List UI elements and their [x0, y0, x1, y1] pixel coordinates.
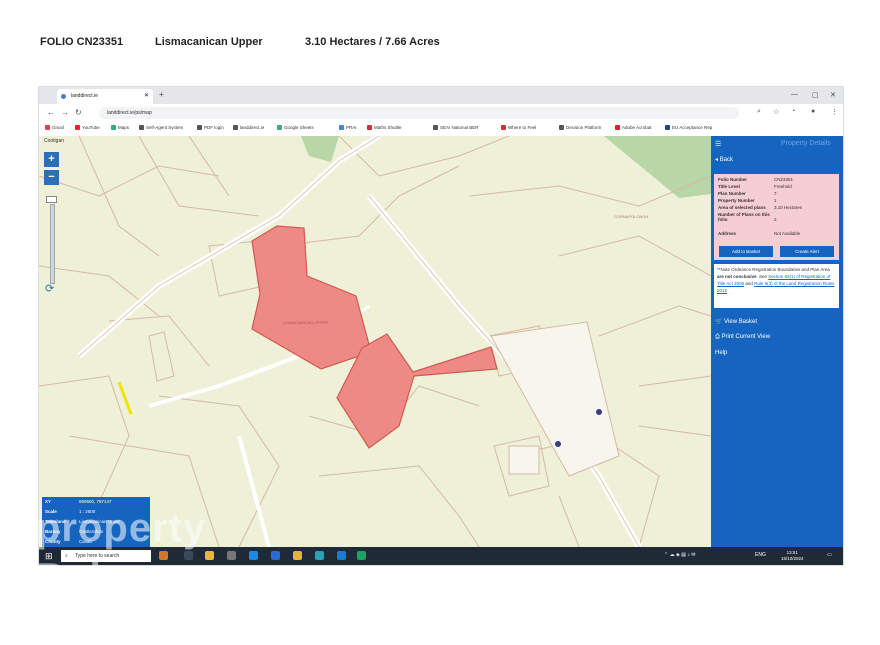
folio-header: FOLIO CN23351 [40, 36, 124, 48]
profile-icon[interactable]: ● [811, 108, 815, 115]
zoom-in-button[interactable]: + [44, 152, 59, 167]
browser-screenshot: landdirect.ie ✕ + — ▢ ✕ ← → ↻ landdirect… [38, 86, 844, 566]
taskbar-app-icon[interactable] [227, 551, 236, 560]
taskbar-clock[interactable]: 13:51 15/10/2024 [781, 550, 804, 562]
close-tab-icon[interactable]: ✕ [144, 89, 149, 104]
extension-icon[interactable]: ◔ [791, 108, 795, 115]
minimize-icon[interactable]: — [791, 91, 798, 98]
area-header: 3.10 Hectares / 7.66 Acres [305, 36, 440, 48]
zoom-slider-handle[interactable] [46, 196, 57, 203]
browser-tab[interactable]: landdirect.ie ✕ [57, 89, 153, 104]
survey-marker [596, 409, 602, 415]
taskbar-app-icon[interactable] [271, 551, 280, 560]
address-bar-row: ← → ↻ landdirect.ie/ps/map ⌕ ☆ ◔ ● ⋮ [39, 104, 843, 122]
bookmark-item[interactable]: PDF login [197, 125, 224, 131]
basket-icon: 🛒 [715, 319, 723, 325]
bookmark-item[interactable]: YouTube [75, 125, 100, 131]
zoom-out-button[interactable]: − [44, 170, 59, 185]
townland-header: Lismacanican Upper [155, 36, 263, 48]
edge-icon[interactable] [249, 551, 258, 560]
language-indicator[interactable]: ENG [755, 552, 766, 558]
tray-icons[interactable]: ⌃ ☁ ◈ ▤ ♪ ✉ [664, 552, 695, 558]
bookmarks-bar: Gmail YouTube Maps Self-Agent System PDF… [39, 122, 843, 137]
folder-icon[interactable] [205, 551, 214, 560]
taskbar-app-icon[interactable] [315, 551, 324, 560]
bookmark-item[interactable]: Adobe Acrobat [615, 125, 652, 131]
townland-map-label: CORNAPOLOAGH [614, 214, 649, 219]
bookmark-item[interactable]: Google Sheets [277, 125, 314, 131]
taskbar-app-icon[interactable] [337, 551, 346, 560]
panel-title: Property Details [781, 140, 831, 147]
map-canvas[interactable]: Cootigan LISMACANICAN UPPER CORNAPOLOAGH… [39, 136, 711, 547]
view-basket-link[interactable]: 🛒 View Basket [715, 318, 757, 325]
bookmark-item[interactable]: landdirect.ie [233, 125, 264, 131]
help-link[interactable]: Help [715, 350, 727, 356]
create-alert-button[interactable]: Create Alert [780, 246, 834, 257]
bookmark-item[interactable]: Maps [111, 125, 129, 131]
site-icon [61, 94, 66, 99]
bookmark-item[interactable]: Self-Agent System [139, 125, 183, 131]
bookmark-item[interactable]: PRAI [339, 125, 357, 131]
property-details-box: Folio Number CN23351 Title Level Freehold … [714, 174, 839, 260]
new-tab-icon[interactable]: + [159, 90, 164, 99]
bookmark-item[interactable]: Maths Shuttle [367, 125, 402, 131]
scale-label: Cootigan [44, 138, 65, 144]
watermark-line2: Pal.com [36, 554, 205, 601]
window-close-icon[interactable]: ✕ [830, 91, 836, 99]
watermark-line1: property [36, 506, 207, 550]
back-icon[interactable]: ← [47, 108, 55, 117]
taskbar-app-icon[interactable] [357, 551, 366, 560]
bookmark-item[interactable]: SEAI National BER [433, 125, 479, 131]
bookmark-item[interactable]: EU Acceptance Rep [665, 125, 712, 131]
boundaries-note: **Note Ordnance Registration Boundaries … [714, 264, 839, 308]
reload-icon[interactable]: ↻ [75, 108, 82, 117]
bookmark-item[interactable]: Gmail [45, 125, 64, 131]
chrome-icon[interactable] [293, 551, 302, 560]
add-to-basket-button[interactable]: Add to Basket [719, 246, 773, 257]
url-input[interactable]: landdirect.ie/ps/map [99, 107, 739, 119]
forward-icon[interactable]: → [61, 108, 69, 117]
star-icon[interactable]: ☆ [773, 108, 779, 116]
print-icon: ⎙ [715, 334, 720, 340]
maximize-icon[interactable]: ▢ [812, 91, 819, 99]
building [508, 445, 540, 475]
notification-icon[interactable]: ▭ [827, 552, 832, 558]
zoom-icon[interactable]: ⌕ [757, 108, 761, 116]
map-graphic [39, 136, 711, 547]
survey-marker [555, 441, 561, 447]
tab-bar: landdirect.ie ✕ + — ▢ ✕ [39, 87, 843, 104]
back-link[interactable]: ◂ Back [715, 156, 733, 163]
bookmark-item[interactable]: Decision Platform [559, 125, 601, 131]
menu-icon[interactable]: ⋮ [831, 108, 838, 116]
tab-title: landdirect.ie [71, 93, 98, 99]
print-view-link[interactable]: ⎙ Print Current View [715, 334, 770, 341]
zoom-slider[interactable] [50, 204, 55, 284]
property-panel: ☰ Property Details ◂ Back Folio Number CN… [711, 136, 843, 547]
bookmark-item[interactable]: Where to Feel [501, 125, 536, 131]
rotate-icon[interactable]: ⟳ [45, 283, 57, 295]
plot-label: LISMACANICAN UPPER [283, 320, 328, 325]
panel-menu-icon[interactable]: ☰ [715, 140, 721, 148]
